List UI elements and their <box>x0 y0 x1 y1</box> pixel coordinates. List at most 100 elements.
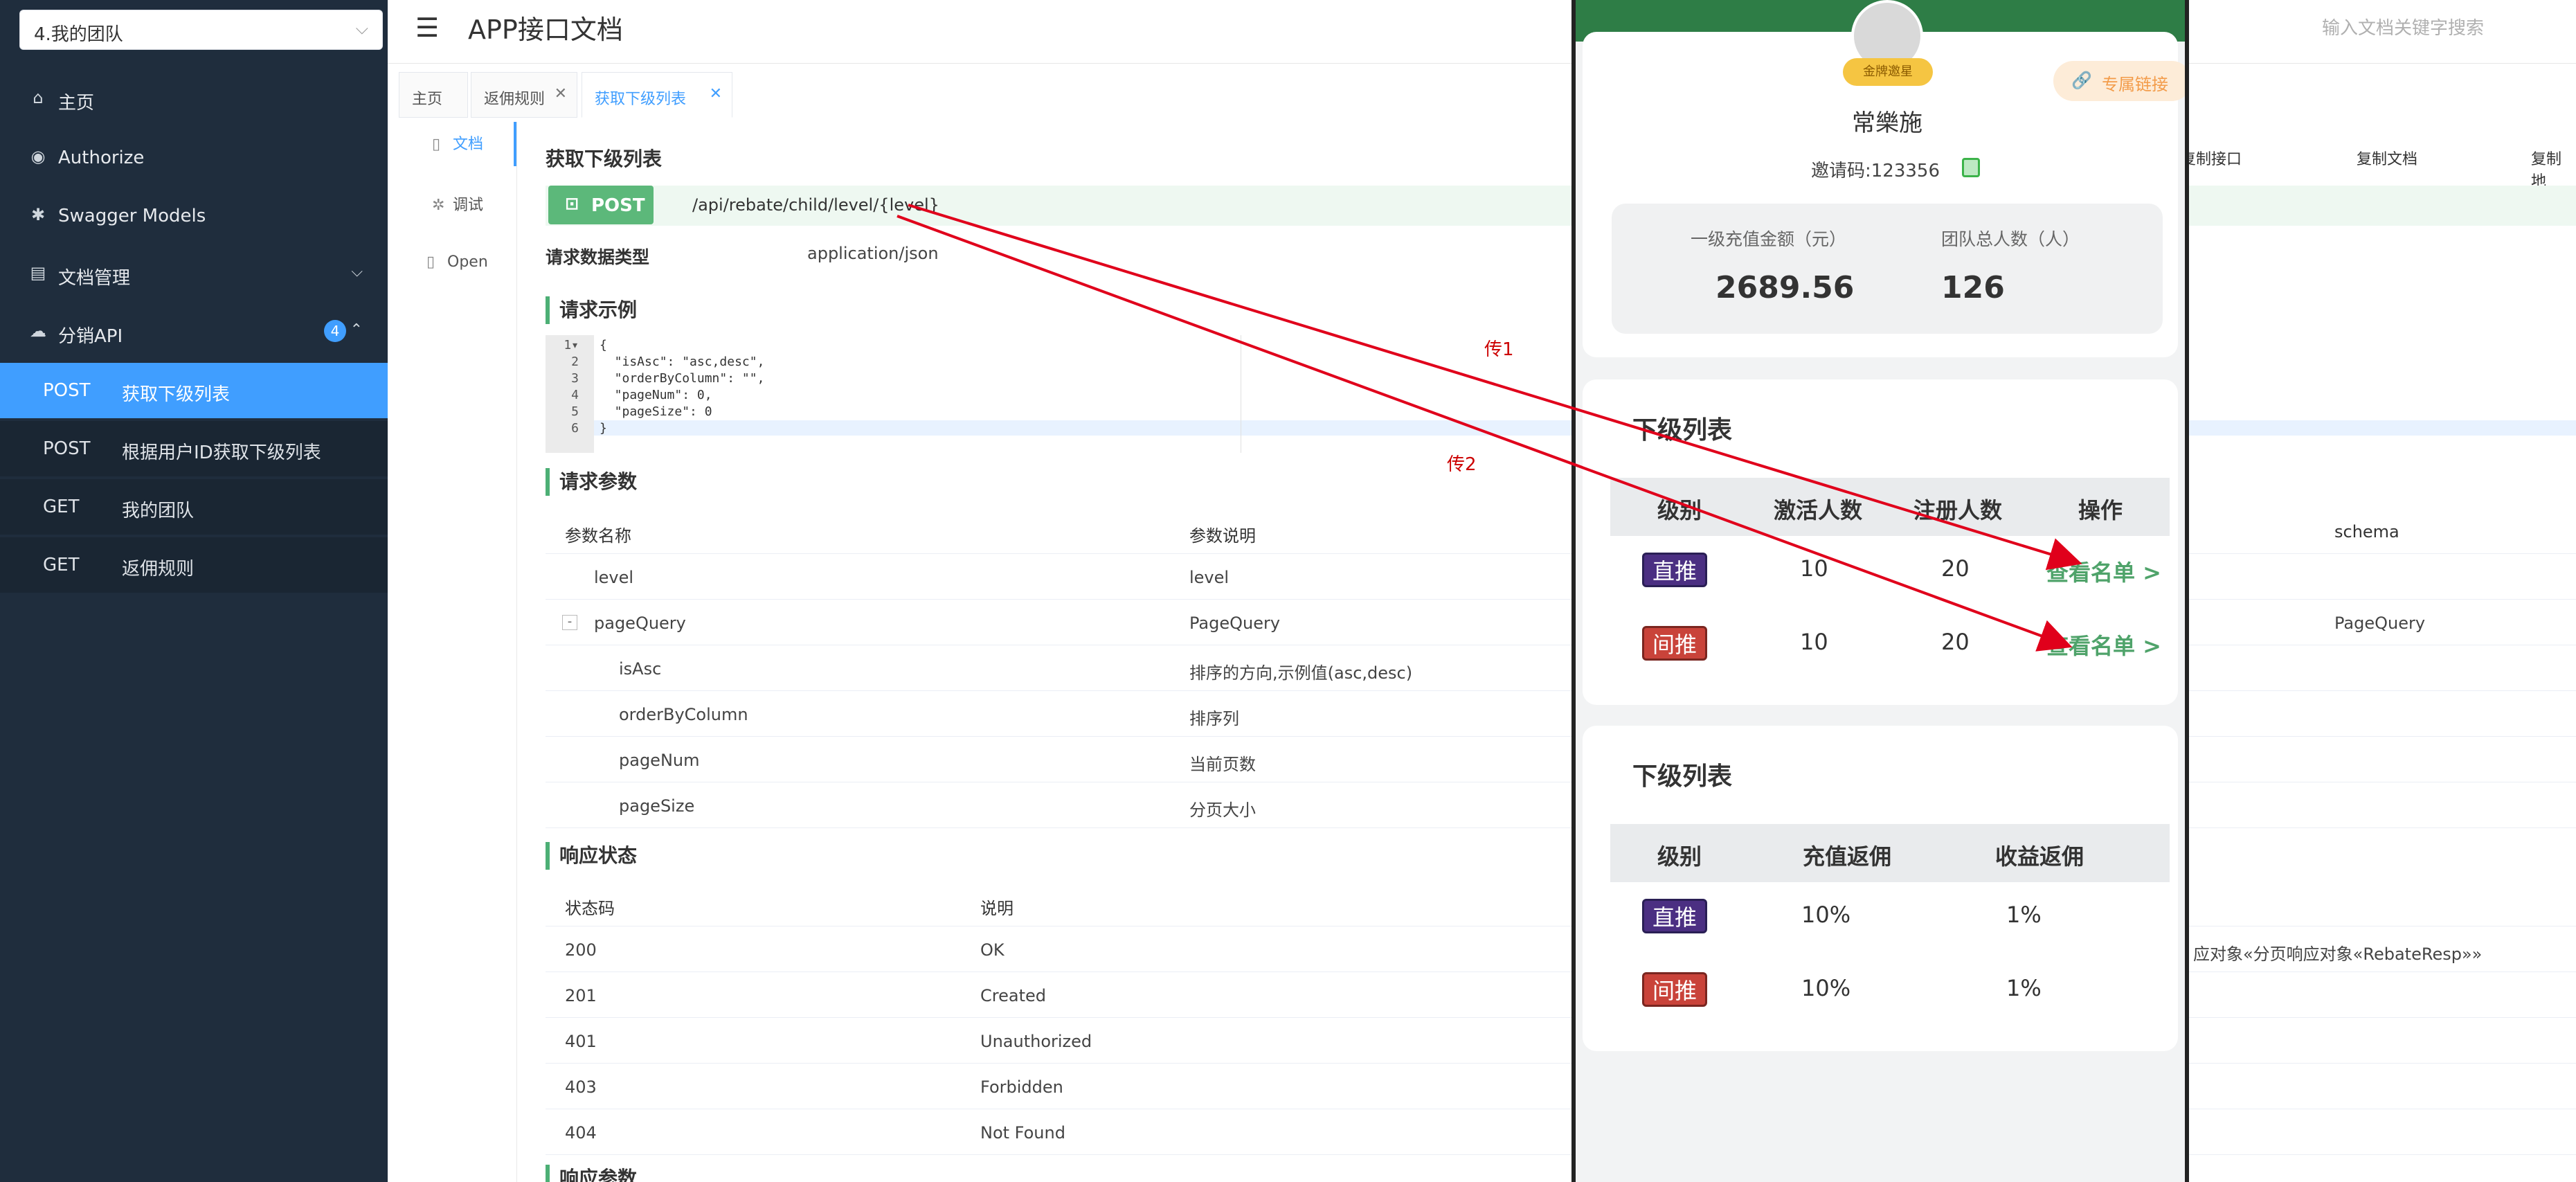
param-name: pageSize <box>619 796 695 816</box>
param-schema[interactable]: PageQuery <box>2334 614 2425 633</box>
status-code: 403 <box>565 1077 597 1097</box>
table-header: 状态码 说明 <box>546 881 2576 926</box>
close-icon[interactable]: ✕ <box>555 85 567 102</box>
mode-debug[interactable]: ✲ 调试 <box>432 192 483 215</box>
user-nickname: 常樂施 <box>1852 109 1922 137</box>
status-code: 200 <box>565 940 597 960</box>
close-icon[interactable]: ✕ <box>710 85 722 102</box>
table-row: - pageQuery PageQuery PageQuery <box>546 600 2576 645</box>
level-pill-direct: 直推 <box>1642 553 1707 587</box>
line-number: 2 <box>571 355 579 369</box>
app-title: APP接口文档 <box>468 15 623 45</box>
table-row: isAsc 排序的方向,示例值(asc,desc) <box>546 645 2576 691</box>
active-indicator <box>514 122 516 166</box>
line-number: 1▾ <box>564 338 579 352</box>
section-title-status: 响应状态 <box>546 842 637 870</box>
chevron-down-icon: ⌵ <box>351 263 363 280</box>
active-count: 10 <box>1800 629 1828 655</box>
mode-open[interactable]: ▯ Open <box>426 253 488 271</box>
method-label: POST <box>591 195 645 216</box>
content-type-value: application/json <box>807 244 939 263</box>
profile-card: 金牌邀星 🔗 专属链接 常樂施 邀请码:123356 一级充值金额（元） 268… <box>1583 0 2185 357</box>
document-icon: ▤ <box>30 263 46 283</box>
column-header: 充值返佣 <box>1803 843 1892 870</box>
team-select[interactable]: 4.我的团队 ⌵ <box>19 10 383 50</box>
sidebar-sub-item[interactable]: POST 根据用户ID获取下级列表 <box>0 421 388 476</box>
divider <box>516 122 517 1182</box>
stat-value: 2689.56 <box>1715 270 1855 305</box>
card-title: 下级列表 <box>1632 416 1733 445</box>
subordinate-list-card: 下级列表 级别 激活人数 注册人数 操作 直推 10 20 查看名单 > 间推 … <box>1583 379 2178 705</box>
sidebar-item-swagger-models[interactable]: ✱ Swagger Models <box>0 188 388 244</box>
level-pill-direct: 直推 <box>1642 899 1707 933</box>
level-badge: 金牌邀星 <box>1843 58 1933 86</box>
column-header: 说明 <box>980 899 1014 918</box>
sidebar-item-label: 获取下级列表 <box>122 384 231 405</box>
table-row: 401 Unauthorized <box>546 1018 2576 1064</box>
home-icon: ⌂ <box>33 88 44 107</box>
sidebar-item-distribution-api[interactable]: ☁ 分销API 4 ⌃ <box>0 305 388 360</box>
code-line: "pageNum": 0, <box>600 388 712 402</box>
view-list-link[interactable]: 查看名单 > <box>2046 555 2161 587</box>
header <box>388 0 2576 64</box>
status-schema[interactable]: 应对象«分页响应对象«RebateResp»» <box>2193 940 2482 965</box>
section-title-example: 请求示例 <box>546 296 637 324</box>
exclusive-link-button[interactable]: 🔗 专属链接 <box>2053 61 2185 101</box>
tab-get-children[interactable]: 获取下级列表 ✕ <box>582 72 732 118</box>
column-header: 注册人数 <box>1913 497 2003 523</box>
status-desc: Not Found <box>980 1123 1065 1143</box>
sidebar-item-doc-manage[interactable]: ▤ 文档管理 ⌵ <box>0 247 388 302</box>
tab-label: 返佣规则 <box>484 91 546 108</box>
column-header: 状态码 <box>565 899 615 918</box>
invite-code: 邀请码:123356 <box>1811 161 1940 181</box>
param-desc: level <box>1189 568 1230 587</box>
line-number: 4 <box>571 388 579 402</box>
param-desc: 当前页数 <box>1189 755 1256 774</box>
param-name: pageNum <box>619 751 700 770</box>
sidebar-item-label: Authorize <box>58 147 145 168</box>
column-header: 激活人数 <box>1774 497 1863 523</box>
annotation-label-1: 传1 <box>1484 339 1514 360</box>
sidebar-item-label: 分销API <box>58 326 123 347</box>
profit-rebate: 1% <box>2006 975 2042 1001</box>
gear-icon: ✱ <box>30 205 46 224</box>
sidebar-sub-item[interactable]: POST 获取下级列表 <box>0 363 388 418</box>
search-input[interactable]: 输入文档关键字搜索 <box>2312 10 2576 40</box>
list-header: 级别 充值返佣 收益返佣 <box>1610 824 2170 882</box>
copy-icon[interactable] <box>1962 158 1980 177</box>
sidebar-item-authorize[interactable]: ◉ Authorize <box>0 130 388 186</box>
param-desc: PageQuery <box>1189 614 1281 633</box>
sidebar-item-label: Swagger Models <box>58 206 206 226</box>
status-desc: Forbidden <box>980 1077 1063 1097</box>
annotation-label-2: 传2 <box>1447 454 1477 475</box>
tab-home[interactable]: 主页 <box>399 72 468 118</box>
sidebar-sub-item[interactable]: GET 返佣规则 <box>0 537 388 593</box>
file-icon: ▯ <box>426 253 435 271</box>
sidebar-item-label: 返佣规则 <box>122 559 195 580</box>
code-line: "isAsc": "asc,desc", <box>600 355 765 369</box>
chevron-up-icon: ⌃ <box>350 321 363 339</box>
table-row: 200 OK 应对象«分页响应对象«RebateResp»» <box>546 926 2576 972</box>
tab-rebate-rules[interactable]: 返佣规则 ✕ <box>471 72 577 118</box>
copy-address-link[interactable]: 复制地 <box>2531 147 2576 191</box>
column-header: 参数名称 <box>565 526 631 546</box>
column-header: 操作 <box>2078 497 2123 523</box>
param-desc: 排序的方向,示例值(asc,desc) <box>1189 663 1413 683</box>
link-icon: 🔗 <box>2071 71 2092 90</box>
copy-doc-link[interactable]: 复制文档 <box>2357 147 2417 169</box>
team-select-value: 4.我的团队 <box>34 24 123 45</box>
card-title: 下级列表 <box>1632 762 1733 791</box>
view-list-link[interactable]: 查看名单 > <box>2046 629 2161 661</box>
phone-screenshot: 金牌邀星 🔗 专属链接 常樂施 邀请码:123356 一级充值金额（元） 268… <box>1571 0 2189 1182</box>
table-row: pageNum 当前页数 <box>546 737 2576 782</box>
sidebar-sub-item[interactable]: GET 我的团队 <box>0 479 388 535</box>
sidebar-item-label: 主页 <box>58 93 95 114</box>
method-badge: ⊡ POST <box>548 186 654 224</box>
param-name: isAsc <box>619 659 662 679</box>
collapse-toggle[interactable]: - <box>562 615 577 630</box>
menu-fold-icon[interactable]: ☰ <box>415 12 439 43</box>
table-row: 201 Created <box>546 972 2576 1018</box>
sidebar-item-home[interactable]: ⌂ 主页 <box>0 71 388 127</box>
mode-doc[interactable]: ▯ 文档 <box>432 132 483 154</box>
copy-api-link[interactable]: 复制接口 <box>2181 147 2242 169</box>
